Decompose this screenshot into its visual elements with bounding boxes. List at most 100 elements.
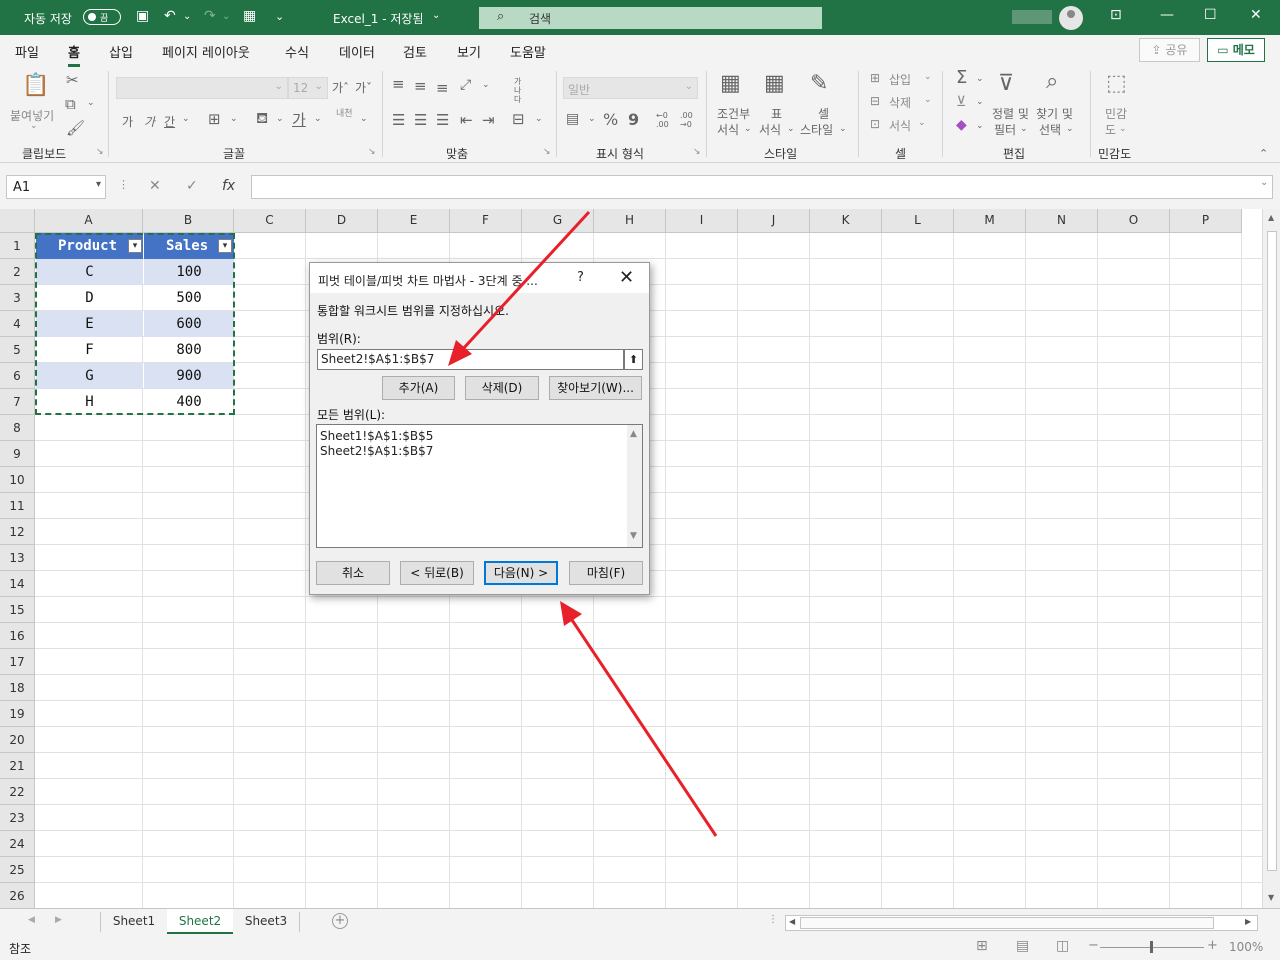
sort-filter-icon[interactable]: ⊽ bbox=[998, 71, 1014, 96]
wrap-text-icon[interactable]: 가나다 bbox=[514, 77, 528, 104]
italic-button[interactable]: 가 bbox=[144, 113, 155, 130]
conditional-formatting-dropdown-icon[interactable]: ⌄ bbox=[744, 124, 752, 134]
table-cell-product[interactable]: H bbox=[36, 389, 143, 415]
ribbon-display-icon[interactable]: ⊡ bbox=[1110, 7, 1122, 23]
dialog-close-icon[interactable]: ✕ bbox=[619, 267, 634, 288]
horizontal-scrollbar[interactable]: ◀ ▶ bbox=[785, 915, 1258, 931]
increase-indent-icon[interactable]: ⇥ bbox=[482, 111, 495, 129]
list-scroll-down-icon[interactable]: ▼ bbox=[630, 531, 637, 541]
percent-button[interactable]: % bbox=[603, 110, 618, 129]
browse-button[interactable]: 찾아보기(W)... bbox=[549, 376, 642, 400]
font-name-dropdown-icon[interactable]: ⌄ bbox=[275, 81, 283, 92]
row-header[interactable]: 20 bbox=[0, 727, 35, 753]
scroll-down-icon[interactable]: ▼ bbox=[1268, 893, 1274, 902]
range-input[interactable]: Sheet2!$A$1:$B$7 bbox=[317, 349, 624, 370]
number-format-dropdown-icon[interactable]: ⌄ bbox=[685, 81, 693, 92]
orientation-icon[interactable]: ⤢ bbox=[460, 77, 471, 93]
phonetic-icon[interactable]: 내천 bbox=[336, 109, 353, 119]
insert-cells-label[interactable]: 삽입 bbox=[889, 71, 911, 88]
list-item[interactable]: Sheet2!$A$1:$B$7 bbox=[320, 444, 433, 458]
copy-icon[interactable]: ⧉ bbox=[65, 95, 76, 113]
list-scrollbar[interactable]: ▲ ▼ bbox=[627, 425, 642, 547]
filter-dropdown-icon[interactable]: ▾ bbox=[218, 239, 232, 253]
row-header[interactable]: 7 bbox=[0, 389, 35, 415]
redo-icon[interactable]: ↷ bbox=[204, 8, 216, 24]
row-header[interactable]: 12 bbox=[0, 519, 35, 545]
row-header[interactable]: 15 bbox=[0, 597, 35, 623]
column-header[interactable]: M bbox=[954, 209, 1026, 233]
row-header[interactable]: 25 bbox=[0, 857, 35, 883]
column-header[interactable]: A bbox=[35, 209, 143, 233]
clipboard-launcher-icon[interactable]: ↘ bbox=[96, 147, 104, 157]
merge-center-icon[interactable]: ⊟ bbox=[512, 110, 525, 128]
fill-color-dropdown-icon[interactable]: ⌄ bbox=[276, 114, 284, 124]
format-cells-icon[interactable]: ⊡ bbox=[870, 117, 880, 131]
find-select-dropdown-icon[interactable]: ⌄ bbox=[1066, 124, 1074, 134]
border-dropdown-icon[interactable]: ⌄ bbox=[230, 114, 238, 124]
column-header[interactable]: I bbox=[666, 209, 738, 233]
collapse-ribbon-icon[interactable]: ⌃ bbox=[1259, 147, 1268, 160]
name-box[interactable]: A1 bbox=[6, 175, 106, 199]
expand-formula-bar-icon[interactable]: ⌄ bbox=[1260, 177, 1268, 188]
autosave-toggle[interactable]: 끔 bbox=[83, 9, 121, 25]
font-launcher-icon[interactable]: ↘ bbox=[368, 147, 376, 157]
format-as-table-icon[interactable]: ▦ bbox=[764, 71, 785, 96]
orientation-dropdown-icon[interactable]: ⌄ bbox=[482, 80, 490, 90]
autosum-icon[interactable]: Σ bbox=[956, 67, 967, 88]
cancel-formula-icon[interactable]: ✕ bbox=[149, 178, 161, 194]
scroll-right-icon[interactable]: ▶ bbox=[1245, 917, 1251, 926]
cell-styles-line1[interactable]: 셀 bbox=[818, 105, 829, 122]
column-header[interactable]: E bbox=[378, 209, 450, 233]
decrease-indent-icon[interactable]: ⇤ bbox=[460, 111, 473, 129]
tab-insert[interactable]: 삽입 bbox=[109, 42, 133, 61]
next-sheet-icon[interactable]: ▶ bbox=[55, 915, 62, 925]
select-all-corner[interactable] bbox=[0, 209, 35, 233]
table-cell-sales[interactable]: 400 bbox=[144, 389, 234, 415]
find-select-line1[interactable]: 찾기 및 bbox=[1036, 105, 1073, 122]
tab-split-grip-icon[interactable]: ⋮ bbox=[768, 914, 778, 925]
dialog-title-bar[interactable]: 피벗 테이블/피벗 차트 마법사 - 3단계 중 ... ? ✕ bbox=[310, 263, 649, 293]
zoom-level[interactable]: 100% bbox=[1229, 940, 1263, 954]
format-cells-label[interactable]: 서식 bbox=[889, 117, 911, 134]
document-title-chevron-icon[interactable]: ⌄ bbox=[432, 10, 440, 21]
table-header-product[interactable]: Product ▾ bbox=[36, 233, 143, 259]
row-header[interactable]: 6 bbox=[0, 363, 35, 389]
row-header[interactable]: 4 bbox=[0, 311, 35, 337]
column-header[interactable]: D bbox=[306, 209, 378, 233]
row-header[interactable]: 17 bbox=[0, 649, 35, 675]
number-format-select[interactable]: 일반 ⌄ bbox=[563, 77, 698, 99]
row-header[interactable]: 23 bbox=[0, 805, 35, 831]
row-header[interactable]: 18 bbox=[0, 675, 35, 701]
delete-cells-dropdown-icon[interactable]: ⌄ bbox=[924, 95, 932, 105]
prev-sheet-icon[interactable]: ◀ bbox=[28, 915, 35, 925]
cell-styles-line2[interactable]: 스타일 bbox=[800, 121, 833, 138]
horizontal-scroll-thumb[interactable] bbox=[800, 917, 1214, 929]
column-header[interactable]: K bbox=[810, 209, 882, 233]
row-header[interactable]: 10 bbox=[0, 467, 35, 493]
maximize-icon[interactable]: ☐ bbox=[1204, 7, 1217, 23]
normal-view-icon[interactable]: ⊞ bbox=[976, 938, 988, 954]
table-cell-product[interactable]: E bbox=[36, 311, 143, 337]
tab-review[interactable]: 검토 bbox=[403, 42, 427, 61]
sheet-tab-sheet2[interactable]: Sheet2 bbox=[167, 909, 233, 934]
help-icon[interactable]: ? bbox=[577, 270, 584, 285]
autosum-dropdown-icon[interactable]: ⌄ bbox=[976, 74, 984, 84]
format-as-table-dropdown-icon[interactable]: ⌄ bbox=[787, 124, 795, 134]
table-cell-product[interactable]: D bbox=[36, 285, 143, 311]
filter-dropdown-icon[interactable]: ▾ bbox=[128, 239, 142, 253]
account-avatar[interactable] bbox=[1059, 6, 1083, 30]
row-header[interactable]: 8 bbox=[0, 415, 35, 441]
insert-function-icon[interactable]: fx bbox=[222, 178, 235, 194]
form-icon[interactable]: ▦ bbox=[243, 8, 256, 24]
conditional-formatting-line2[interactable]: 서식 bbox=[717, 121, 739, 138]
paste-dropdown-icon[interactable]: ⌄ bbox=[30, 121, 38, 131]
clear-icon[interactable]: ◆ bbox=[956, 117, 967, 133]
scroll-up-icon[interactable]: ▲ bbox=[1268, 213, 1274, 222]
fill-icon[interactable]: ⊻ bbox=[956, 94, 966, 110]
grow-font-button[interactable]: 가ˆ bbox=[332, 79, 349, 96]
collapse-dialog-icon[interactable]: ⬆ bbox=[624, 349, 643, 370]
accounting-dropdown-icon[interactable]: ⌄ bbox=[588, 114, 596, 124]
formula-input[interactable] bbox=[251, 175, 1273, 199]
fill-dropdown-icon[interactable]: ⌄ bbox=[976, 97, 984, 107]
comma-button[interactable]: 9 bbox=[628, 110, 639, 129]
